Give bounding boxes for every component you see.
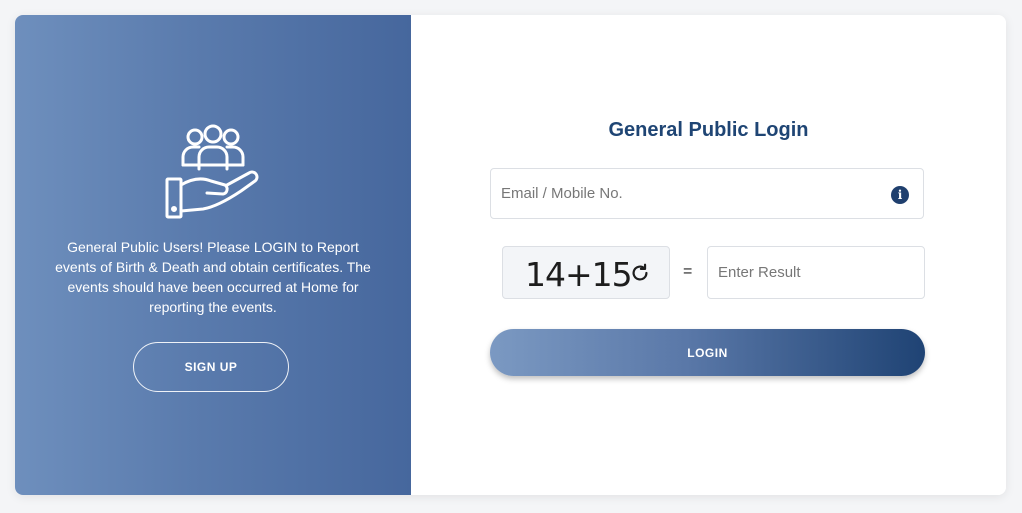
login-button[interactable]: LOGIN — [490, 329, 925, 376]
email-mobile-input[interactable] — [501, 169, 861, 218]
people-in-hand-icon — [165, 124, 259, 219]
sign-up-button[interactable]: SIGN UP — [133, 342, 289, 392]
refresh-icon[interactable] — [629, 262, 651, 284]
captcha-box: 14+15 — [502, 246, 670, 299]
info-panel: General Public Users! Please LOGIN to Re… — [15, 15, 411, 495]
login-panel: General Public Login i 14+15 = LOGIN — [411, 15, 1006, 495]
login-title: General Public Login — [608, 119, 809, 141]
captcha-result-field[interactable] — [707, 246, 925, 299]
captcha-text: 14+15 — [525, 255, 633, 294]
equals-sign: = — [683, 263, 693, 280]
email-mobile-field[interactable]: i — [490, 168, 924, 219]
info-description: General Public Users! Please LOGIN to Re… — [55, 239, 371, 315]
info-icon[interactable]: i — [891, 186, 909, 204]
login-card: General Public Users! Please LOGIN to Re… — [15, 15, 1006, 495]
captcha-result-input[interactable] — [718, 247, 908, 298]
